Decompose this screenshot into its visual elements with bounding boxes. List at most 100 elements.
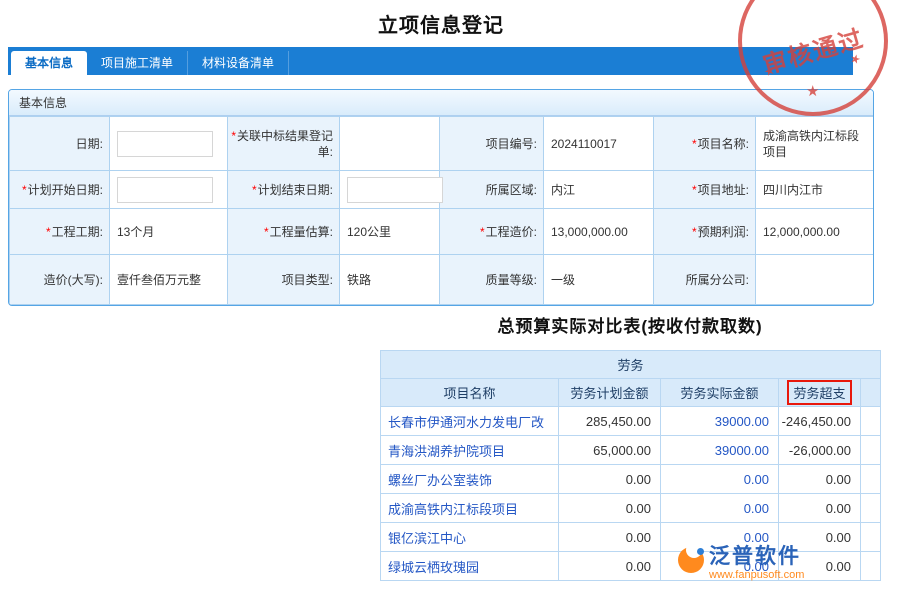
logo-url: www.fanpusoft.com — [709, 569, 804, 582]
planned-amount: 65,000.00 — [559, 436, 661, 465]
actual-amount-link[interactable]: 0.00 — [661, 465, 779, 494]
highlight-box: 劳务超支 — [787, 380, 851, 405]
table-row: 日期: *关联中标结果登记单: 项目编号: 2024110017 *项目名称: … — [10, 117, 874, 171]
required-asterisk: * — [480, 225, 485, 239]
field-label: 关联中标结果登记单: — [237, 129, 333, 159]
plan-end-date-input[interactable] — [347, 177, 443, 203]
clipped-cell — [861, 552, 881, 581]
budget-table: 劳务 项目名称 劳务计划金额 劳务实际金额 劳务超支 长春市伊通河水力发电厂改 … — [380, 350, 881, 581]
table-row: 青海洪湖养护院项目 65,000.00 39000.00 -26,000.00 — [381, 436, 881, 465]
tab-basic-info[interactable]: 基本信息 — [11, 51, 87, 75]
project-name-link[interactable]: 长春市伊通河水力发电厂改 — [381, 407, 559, 436]
label-expected-profit: *预期利润: — [654, 209, 756, 255]
table-row: 螺丝厂办公室装饰 0.00 0.00 0.00 — [381, 465, 881, 494]
plan-start-date-input[interactable] — [117, 177, 213, 203]
col-header-project-name: 项目名称 — [381, 379, 559, 407]
project-name-link[interactable]: 青海洪湖养护院项目 — [381, 436, 559, 465]
label-quantity-estimate: *工程量估算: — [228, 209, 340, 255]
overrun-amount: 0.00 — [779, 494, 861, 523]
field-label: 计划开始日期: — [28, 183, 103, 197]
col-header-labor-overrun: 劳务超支 — [779, 379, 861, 407]
value-cost-in-words: 壹仟叁佰万元整 — [110, 255, 228, 305]
clipped-cell — [861, 407, 881, 436]
table-row: 劳务 — [381, 351, 881, 379]
value-bid-result-link — [340, 117, 440, 171]
label-bid-result-link: *关联中标结果登记单: — [228, 117, 340, 171]
budget-comparison-panel: 总预算实际对比表(按收付款取数) 劳务 项目名称 劳务计划金额 劳务实际金额 劳… — [380, 312, 880, 581]
value-plan-start-date — [110, 171, 228, 209]
actual-amount-link[interactable]: 39000.00 — [661, 407, 779, 436]
budget-table-title: 总预算实际对比表(按收付款取数) — [380, 312, 880, 342]
field-label: 工程工期: — [52, 225, 103, 239]
label-quality-grade: 质量等级: — [440, 255, 544, 305]
project-name-link[interactable]: 成渝高铁内江标段项目 — [381, 494, 559, 523]
section-header-basic-info: 基本信息 — [9, 90, 873, 116]
project-name-link[interactable]: 银亿滨江中心 — [381, 523, 559, 552]
table-row: 银亿滨江中心 0.00 0.00 0.00 — [381, 523, 881, 552]
field-label: 质量等级: — [486, 273, 537, 287]
label-project-cost: *工程造价: — [440, 209, 544, 255]
field-label: 造价(大写): — [44, 273, 103, 287]
value-project-address: 四川内江市 — [756, 171, 874, 209]
label-branch-company: 所属分公司: — [654, 255, 756, 305]
value-plan-end-date — [340, 171, 440, 209]
page-title: 立项信息登记 — [8, 9, 874, 38]
planned-amount: 0.00 — [559, 523, 661, 552]
label-date: 日期: — [10, 117, 110, 171]
field-label: 预期利润: — [698, 225, 749, 239]
actual-amount-link[interactable]: 39000.00 — [661, 436, 779, 465]
project-info-table: 日期: *关联中标结果登记单: 项目编号: 2024110017 *项目名称: … — [9, 116, 874, 305]
field-label: 项目地址: — [698, 183, 749, 197]
field-label: 项目类型: — [282, 273, 333, 287]
tab-material-equipment-list[interactable]: 材料设备清单 — [188, 51, 289, 75]
clipped-cell — [861, 494, 881, 523]
value-project-cost: 13,000,000.00 — [544, 209, 654, 255]
table-row: *工程工期: 13个月 *工程量估算: 120公里 *工程造价: 13,000,… — [10, 209, 874, 255]
field-label: 所属区域: — [486, 183, 537, 197]
value-project-name: 成渝高铁内江标段项目 — [756, 117, 874, 171]
value-quantity-estimate: 120公里 — [340, 209, 440, 255]
label-region: 所属区域: — [440, 171, 544, 209]
table-row: 成渝高铁内江标段项目 0.00 0.00 0.00 — [381, 494, 881, 523]
value-expected-profit: 12,000,000.00 — [756, 209, 874, 255]
required-asterisk: * — [252, 183, 257, 197]
basic-info-panel: 基本信息 日期: *关联中标结果登记单: 项目编号: 2024110017 *项… — [8, 89, 874, 306]
flame-icon — [678, 547, 704, 573]
field-label: 工程量估算: — [270, 225, 333, 239]
required-asterisk: * — [46, 225, 51, 239]
required-asterisk: * — [692, 183, 697, 197]
clipped-cell — [861, 436, 881, 465]
label-project-code: 项目编号: — [440, 117, 544, 171]
project-name-link[interactable]: 绿城云栖玫瑰园 — [381, 552, 559, 581]
required-asterisk: * — [22, 183, 27, 197]
planned-amount: 285,450.00 — [559, 407, 661, 436]
col-header-labor-planned: 劳务计划金额 — [559, 379, 661, 407]
overrun-amount: 0.00 — [779, 465, 861, 494]
planned-amount: 0.00 — [559, 494, 661, 523]
table-row: 项目名称 劳务计划金额 劳务实际金额 劳务超支 — [381, 379, 881, 407]
field-label: 项目名称: — [698, 137, 749, 151]
project-name-link[interactable]: 螺丝厂办公室装饰 — [381, 465, 559, 494]
required-asterisk: * — [231, 129, 236, 143]
label-plan-end-date: *计划结束日期: — [228, 171, 340, 209]
actual-amount-link[interactable]: 0.00 — [661, 494, 779, 523]
table-row: 长春市伊通河水力发电厂改 285,450.00 39000.00 -246,45… — [381, 407, 881, 436]
required-asterisk: * — [264, 225, 269, 239]
logo-name: 泛普软件 — [709, 545, 804, 569]
tab-bar: 基本信息 项目施工清单 材料设备清单 — [8, 47, 853, 75]
clipped-cell — [861, 465, 881, 494]
table-row: 绿城云栖玫瑰园 0.00 0.00 0.00 — [381, 552, 881, 581]
planned-amount: 0.00 — [559, 552, 661, 581]
field-label: 工程造价: — [486, 225, 537, 239]
label-cost-in-words: 造价(大写): — [10, 255, 110, 305]
label-project-type: 项目类型: — [228, 255, 340, 305]
date-input[interactable] — [117, 131, 213, 157]
clipped-cell — [861, 523, 881, 552]
col-header-labor-actual: 劳务实际金额 — [661, 379, 779, 407]
tab-construction-list[interactable]: 项目施工清单 — [87, 51, 188, 75]
value-project-type: 铁路 — [340, 255, 440, 305]
col-header-clipped — [861, 379, 881, 407]
overrun-amount: -246,450.00 — [779, 407, 861, 436]
value-project-code: 2024110017 — [544, 117, 654, 171]
field-label: 项目编号: — [486, 137, 537, 151]
